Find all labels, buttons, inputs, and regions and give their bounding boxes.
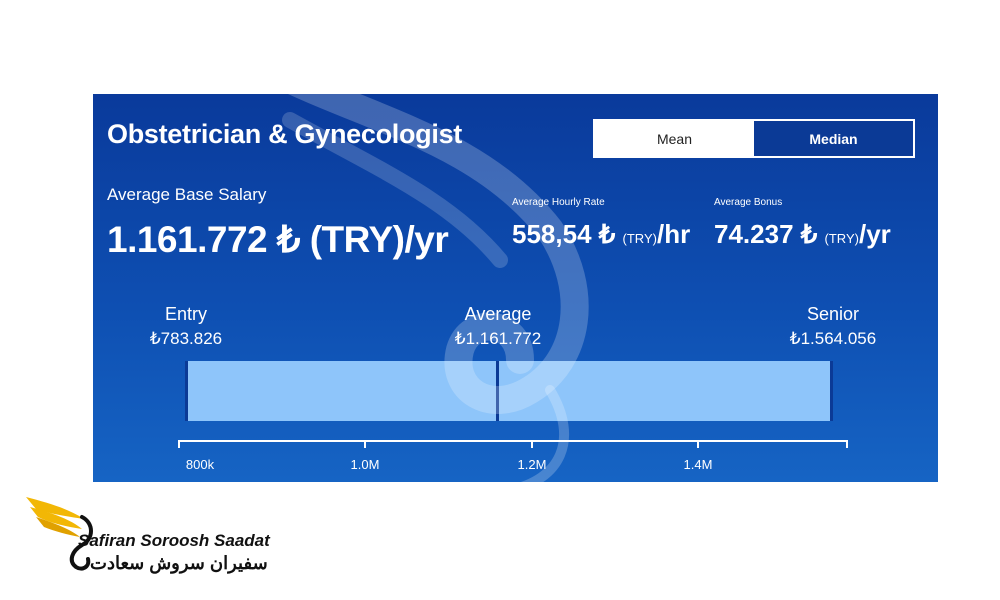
axis-tick-label: 1.4M bbox=[683, 457, 713, 472]
hourly-rate-amount: 558,54 ₺ bbox=[512, 219, 616, 249]
senior-amount: ₺1.564.056 bbox=[789, 329, 877, 348]
entry-amount: ₺783.826 bbox=[149, 329, 223, 348]
axis-tick-label: 1.0M bbox=[350, 457, 380, 472]
bonus-suffix: /yr bbox=[858, 219, 891, 249]
axis-tick bbox=[178, 440, 180, 448]
hourly-rate-unit: (TRY) bbox=[622, 231, 657, 246]
average-marker bbox=[496, 361, 499, 421]
senior-label: Senior bbox=[806, 304, 860, 324]
mean-median-toggle[interactable]: Mean Median bbox=[593, 119, 915, 158]
salary-card: Obstetrician & Gynecologist Mean Median … bbox=[93, 94, 938, 482]
hourly-rate-value: 558,54 ₺ (TRY)/hr bbox=[512, 219, 690, 250]
entry-level: Entry ₺783.826 bbox=[141, 304, 231, 349]
bonus-label: Average Bonus bbox=[714, 197, 783, 208]
hourly-rate-label: Average Hourly Rate bbox=[512, 197, 605, 208]
average-level: Average ₺1.161.772 bbox=[438, 304, 558, 349]
axis-tick bbox=[531, 440, 533, 448]
hourly-rate-suffix: /hr bbox=[656, 219, 691, 249]
entry-label: Entry bbox=[164, 304, 207, 324]
axis-tick bbox=[364, 440, 366, 448]
salary-range-bar bbox=[185, 361, 833, 421]
brand-name-fa: سفیران سروش سعادت bbox=[90, 553, 268, 573]
median-button[interactable]: Median bbox=[754, 121, 913, 156]
average-label: Average bbox=[464, 304, 532, 324]
bonus-amount: 74.237 ₺ bbox=[714, 219, 818, 249]
base-salary-value: 1.161.772 ₺ (TRY)/yr bbox=[107, 219, 449, 260]
mean-button[interactable]: Mean bbox=[595, 121, 754, 156]
brand-name-en: Safiran Soroosh Saadat bbox=[78, 531, 270, 550]
bonus-unit: (TRY) bbox=[824, 231, 859, 246]
axis-tick bbox=[846, 440, 848, 448]
axis-tick-label: 800k bbox=[185, 457, 215, 472]
average-amount: ₺1.161.772 bbox=[454, 329, 542, 348]
senior-level: Senior ₺1.564.056 bbox=[778, 304, 888, 349]
axis-tick-label: 1.2M bbox=[517, 457, 547, 472]
base-salary-label: Average Base Salary bbox=[107, 185, 267, 204]
bonus-value: 74.237 ₺ (TRY)/yr bbox=[714, 219, 891, 250]
salary-axis bbox=[178, 440, 848, 442]
axis-tick bbox=[697, 440, 699, 448]
job-title: Obstetrician & Gynecologist bbox=[107, 119, 462, 149]
